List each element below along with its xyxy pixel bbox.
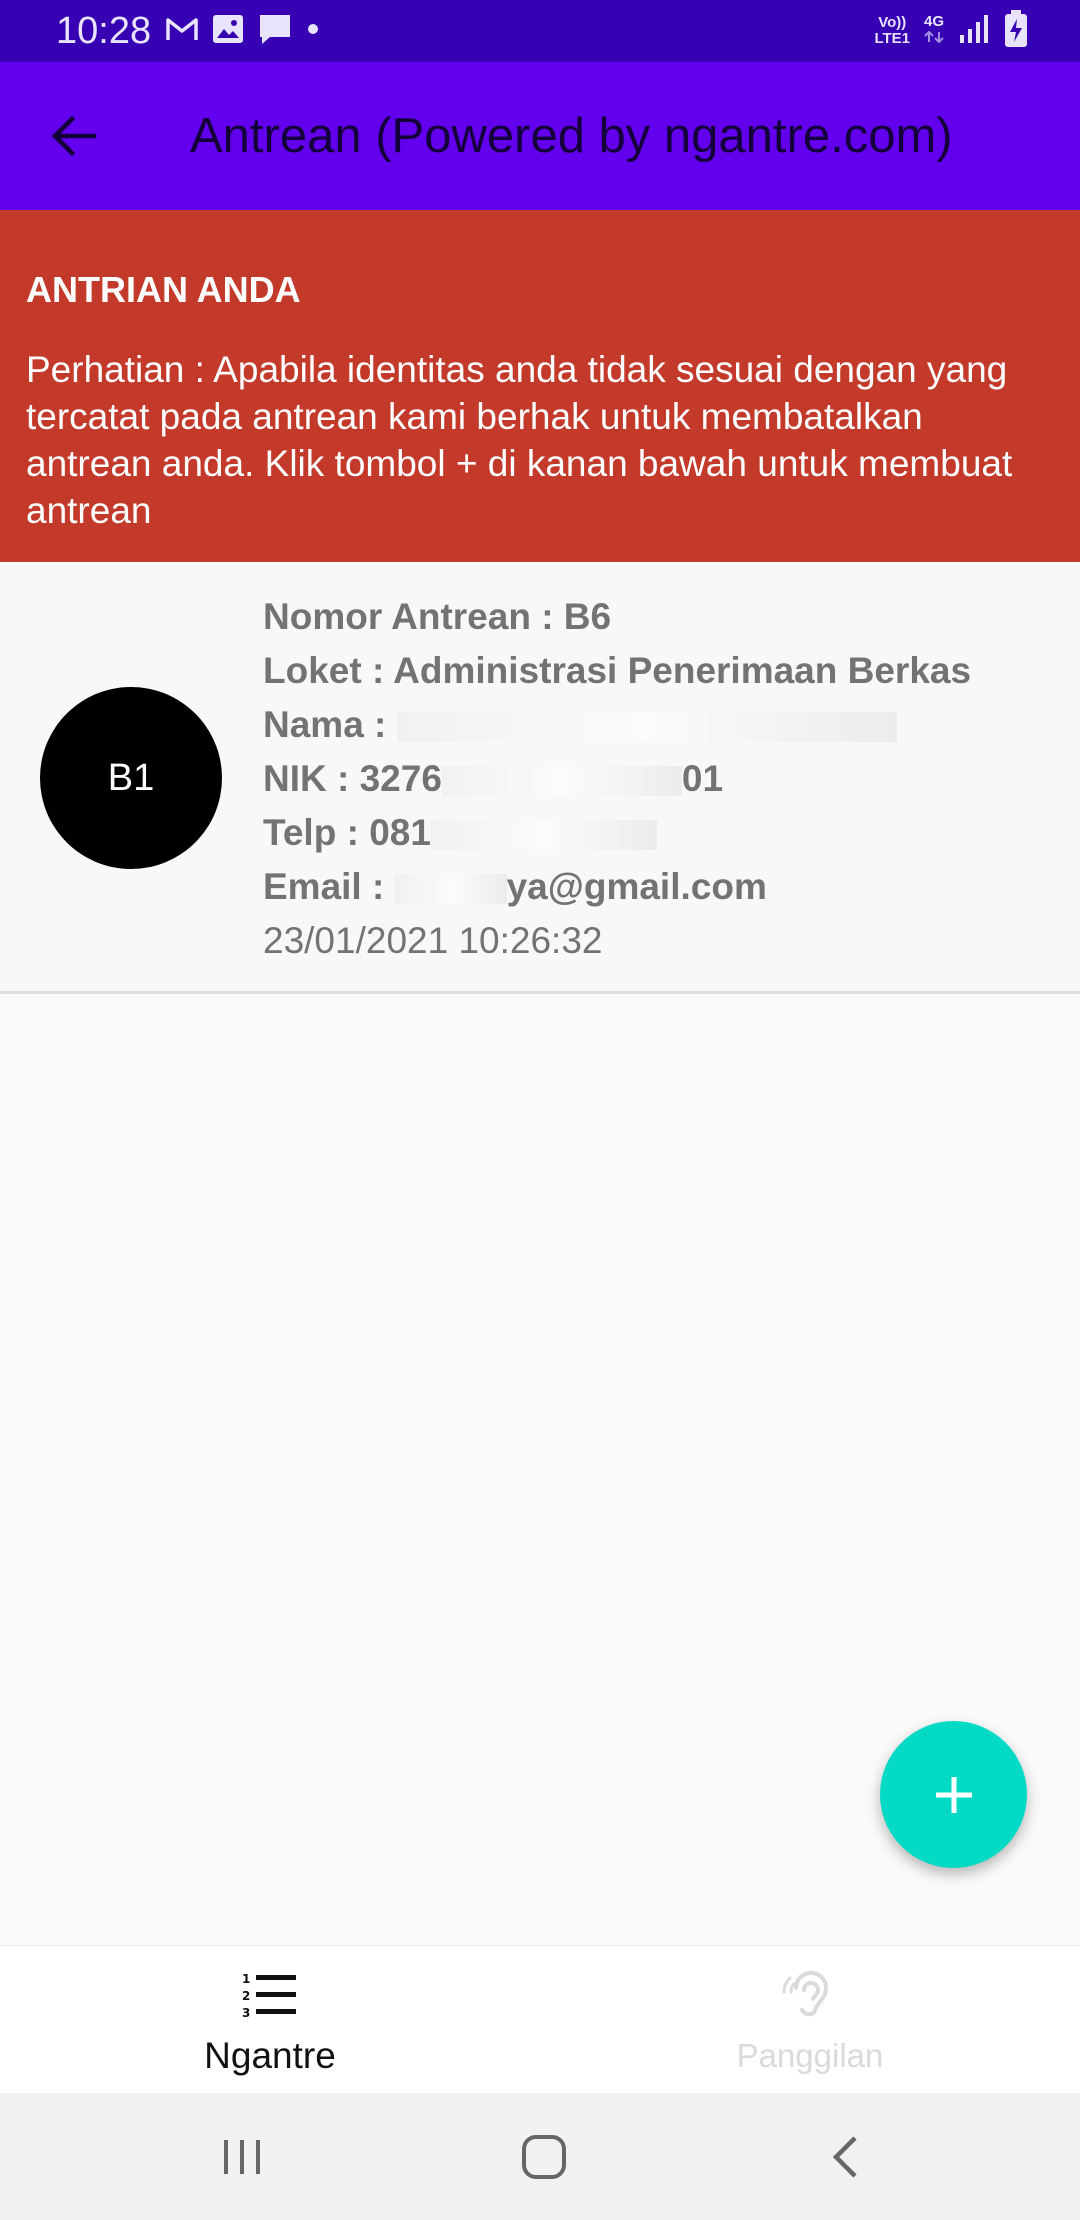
redacted-name (396, 712, 897, 743)
volte-icon: Vo)) LTE1 (874, 14, 910, 47)
phone-label: Telp : 081 (263, 812, 431, 853)
back-icon (832, 2136, 857, 2178)
queue-nik: NIK : 3276 01 (263, 752, 1063, 806)
redacted-phone (430, 820, 657, 851)
svg-text:2: 2 (242, 1989, 250, 2003)
queue-details: Nomor Antrean : B6 Loket : Administrasi … (263, 590, 1063, 968)
back-button[interactable] (40, 106, 106, 166)
page-title: Antrean (Powered by ngantre.com) (190, 109, 953, 163)
status-time: 10:28 (56, 10, 152, 52)
notice-body: Perhatian : Apabila identitas anda tidak… (26, 349, 1013, 531)
queue-name: Nama : (263, 698, 1063, 752)
svg-text:1: 1 (242, 1972, 250, 1986)
add-queue-button[interactable] (880, 1721, 1027, 1868)
tab-panggilan-label: Panggilan (736, 2037, 884, 2074)
email-label: Email : (263, 866, 395, 907)
system-navigation-bar (0, 2093, 1080, 2220)
dot-icon (306, 22, 320, 41)
queue-avatar: B1 (40, 687, 222, 869)
recent-apps-icon (224, 2140, 260, 2174)
signal-icon (958, 13, 992, 50)
data-4g-icon: 4G (922, 13, 946, 49)
tab-panggilan[interactable]: Panggilan (540, 1946, 1080, 2094)
gmail-icon (166, 16, 198, 47)
notification-icons (166, 12, 320, 50)
status-bar: 10:28 Vo)) LTE1 4G (0, 0, 1080, 62)
arrow-left-icon (51, 116, 96, 156)
queue-phone: Telp : 081 (263, 806, 1063, 860)
plus-icon (935, 1776, 972, 1813)
notice-banner: ANTRIAN ANDA Perhatian : Apabila identit… (0, 210, 1080, 562)
queue-number: Nomor Antrean : B6 (263, 596, 612, 637)
numbered-list-icon: 1 2 3 (242, 1972, 296, 2020)
email-tail: ya@gmail.com (506, 866, 767, 907)
queue-email: Email : ya@gmail.com (263, 860, 1063, 914)
message-icon (258, 13, 292, 50)
queue-list-item[interactable]: B1 Nomor Antrean : B6 Loket : Administra… (0, 562, 1080, 994)
recent-apps-button[interactable] (202, 2129, 282, 2185)
notice-heading: ANTRIAN ANDA (26, 269, 301, 310)
nik-tail: 01 (681, 758, 724, 799)
system-status-icons: Vo)) LTE1 4G (874, 9, 1028, 53)
name-label: Nama : (263, 704, 397, 745)
hearing-icon (782, 1970, 829, 2017)
system-back-button[interactable] (806, 2129, 886, 2185)
app-bar: Antrean (Powered by ngantre.com) (0, 62, 1080, 210)
redacted-email (394, 874, 507, 905)
tab-ngantre[interactable]: 1 2 3 Ngantre (0, 1946, 540, 2094)
tab-ngantre-label: Ngantre (204, 2035, 336, 2076)
battery-charging-icon (1004, 9, 1028, 53)
bottom-navigation: 1 2 3 Ngantre Panggilan (0, 1945, 1080, 2093)
redacted-nik (441, 766, 682, 797)
queue-counter: Loket : Administrasi Penerimaan Berkas (263, 650, 972, 691)
queue-timestamp: 23/01/2021 10:26:32 (263, 920, 603, 961)
nik-label: NIK : 3276 (263, 758, 442, 799)
gallery-icon (212, 14, 244, 49)
home-icon (522, 2135, 566, 2179)
home-button[interactable] (504, 2129, 584, 2185)
svg-text:3: 3 (242, 2006, 250, 2020)
